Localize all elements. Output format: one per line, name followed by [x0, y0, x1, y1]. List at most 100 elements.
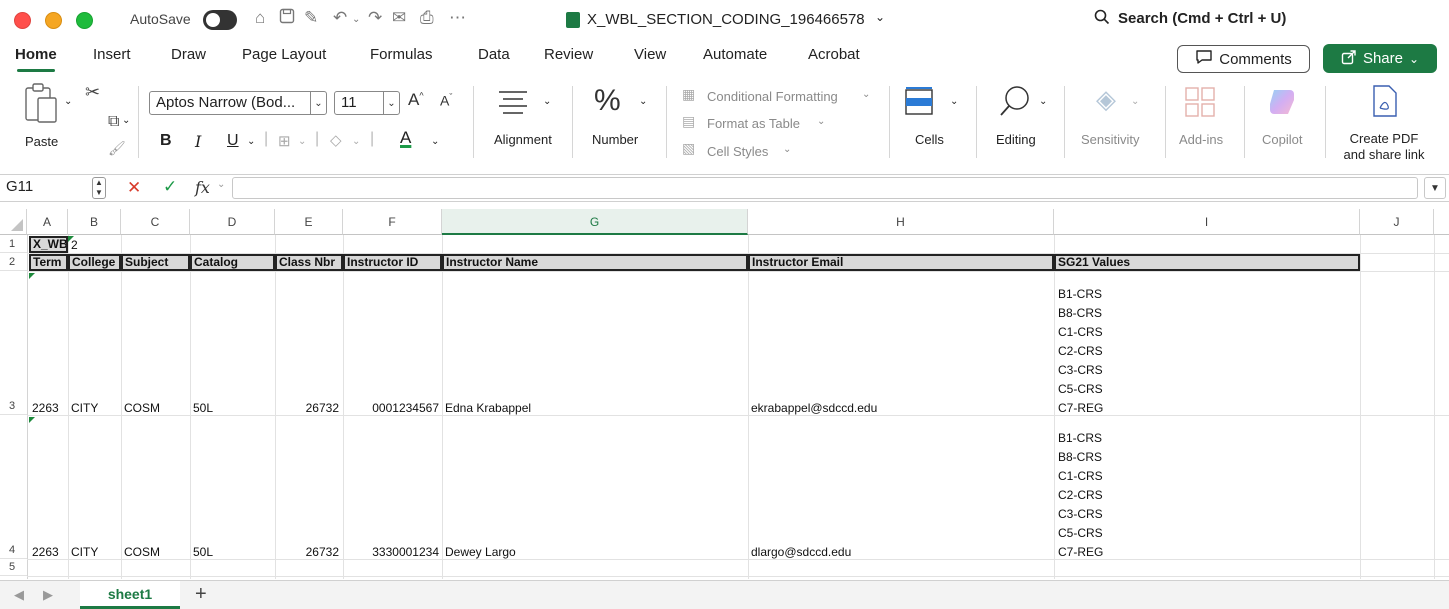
cell-college[interactable]: CITY: [71, 401, 98, 415]
copilot-icon[interactable]: [1266, 86, 1298, 118]
header-term[interactable]: Term: [29, 254, 68, 271]
cell-b1[interactable]: 2: [71, 238, 78, 252]
column-header-k[interactable]: [1434, 209, 1449, 235]
format-as-table-icon[interactable]: ▤: [682, 113, 695, 130]
confirm-entry-icon[interactable]: ✓: [163, 177, 177, 197]
tab-draw[interactable]: Draw: [171, 46, 206, 63]
format-as-table-dropdown-icon[interactable]: ⌄: [817, 116, 825, 127]
cell-sg21-values[interactable]: B1-CRS B8-CRS C1-CRS C2-CRS C3-CRS C5-CR…: [1058, 285, 1103, 418]
copy-icon[interactable]: ⧉: [108, 113, 119, 131]
conditional-formatting-button[interactable]: Conditional Formatting: [707, 89, 838, 104]
cut-icon[interactable]: ✂: [85, 82, 100, 103]
mail-icon[interactable]: ✉: [392, 8, 406, 28]
column-header-h[interactable]: H: [748, 209, 1054, 235]
create-pdf-label[interactable]: Create PDF: [1349, 131, 1419, 146]
cell-catalog[interactable]: 50L: [193, 401, 213, 415]
cancel-entry-icon[interactable]: ✕: [127, 178, 141, 198]
row-header-5[interactable]: 5: [0, 559, 27, 576]
tab-data[interactable]: Data: [478, 46, 510, 63]
redo-icon[interactable]: ↷: [368, 8, 382, 28]
home-icon[interactable]: ⌂: [255, 8, 265, 28]
select-all-corner[interactable]: [0, 209, 27, 235]
copy-dropdown-icon[interactable]: ⌄: [122, 115, 130, 126]
fill-color-icon[interactable]: ◇: [330, 131, 342, 149]
cell-sg21-values[interactable]: B1-CRS B8-CRS C1-CRS C2-CRS C3-CRS C5-CR…: [1058, 429, 1103, 562]
format-as-table-button[interactable]: Format as Table: [707, 116, 800, 131]
cell-college[interactable]: CITY: [71, 545, 98, 559]
add-sheet-button[interactable]: +: [195, 583, 207, 606]
sensitivity-dropdown-icon[interactable]: ⌄: [1131, 96, 1139, 107]
cell-catalog[interactable]: 50L: [193, 545, 213, 559]
header-sg21-values[interactable]: SG21 Values: [1054, 254, 1360, 271]
cell-instructor-name[interactable]: Edna Krabappel: [445, 401, 531, 415]
tab-acrobat[interactable]: Acrobat: [808, 46, 860, 63]
cell-styles-button[interactable]: Cell Styles: [707, 144, 768, 159]
font-size-select[interactable]: 11 ⌄: [334, 91, 400, 115]
file-menu-chevron-icon[interactable]: ⌄: [875, 10, 885, 24]
cell-instructor-id[interactable]: 3330001234: [343, 545, 439, 559]
editing-dropdown-icon[interactable]: ⌄: [1039, 96, 1047, 107]
tab-automate[interactable]: Automate: [703, 46, 767, 63]
header-instructor-email[interactable]: Instructor Email: [748, 254, 1054, 271]
cell-styles-icon[interactable]: ▧: [682, 140, 695, 157]
borders-dropdown-icon[interactable]: ⌄: [298, 136, 306, 147]
column-header-j[interactable]: J: [1360, 209, 1434, 235]
previous-sheet-icon[interactable]: ◀: [14, 587, 24, 603]
cell-instructor-email[interactable]: dlargo@sdccd.edu: [751, 545, 851, 559]
increase-font-size-icon[interactable]: A^: [408, 90, 424, 110]
font-name-select[interactable]: Aptos Narrow (Bod... ⌄: [149, 91, 327, 115]
cell-term[interactable]: 2263: [32, 545, 59, 559]
font-color-icon[interactable]: A: [400, 128, 411, 148]
print-icon[interactable]: ⎙: [420, 8, 434, 28]
alignment-dropdown-icon[interactable]: ⌄: [543, 96, 551, 107]
column-header-e[interactable]: E: [275, 209, 343, 235]
tab-view[interactable]: View: [634, 46, 666, 63]
more-icon[interactable]: ⋯: [449, 8, 466, 28]
edit-icon[interactable]: ✎: [304, 8, 318, 28]
decrease-font-size-icon[interactable]: Aˇ: [440, 92, 452, 109]
column-header-a[interactable]: A: [27, 209, 68, 235]
tab-home[interactable]: Home: [15, 46, 57, 72]
number-dropdown-icon[interactable]: ⌄: [639, 96, 647, 107]
font-color-dropdown-icon[interactable]: ⌄: [431, 136, 439, 147]
tab-formulas[interactable]: Formulas: [370, 46, 433, 63]
autosave-toggle[interactable]: [203, 10, 237, 30]
header-instructor-id[interactable]: Instructor ID: [343, 254, 442, 271]
undo-dropdown-icon[interactable]: ⌄: [352, 14, 360, 25]
column-header-c[interactable]: C: [121, 209, 190, 235]
column-header-g[interactable]: G: [442, 209, 748, 235]
addins-icon[interactable]: [1184, 86, 1216, 118]
fx-dropdown-icon[interactable]: ⌄: [217, 179, 225, 190]
alignment-icon[interactable]: [497, 88, 533, 114]
header-catalog[interactable]: Catalog: [190, 254, 275, 271]
paste-dropdown-icon[interactable]: ⌄: [64, 96, 72, 107]
italic-button[interactable]: I: [195, 132, 201, 151]
header-college[interactable]: College: [68, 254, 121, 271]
file-name[interactable]: X_WBL_SECTION_CODING_196466578: [587, 11, 865, 28]
column-header-d[interactable]: D: [190, 209, 275, 235]
row-header-3[interactable]: 3: [0, 271, 27, 415]
header-instructor-name[interactable]: Instructor Name: [442, 254, 748, 271]
tab-insert[interactable]: Insert: [93, 46, 131, 63]
column-header-b[interactable]: B: [68, 209, 121, 235]
share-link-label[interactable]: and share link: [1338, 147, 1430, 162]
bold-button[interactable]: B: [160, 132, 172, 150]
comments-button[interactable]: Comments: [1177, 45, 1310, 73]
borders-icon[interactable]: ⊞: [278, 132, 291, 150]
formula-input[interactable]: [232, 177, 1418, 199]
close-window-button[interactable]: [14, 12, 31, 29]
save-icon[interactable]: [279, 8, 295, 29]
undo-icon[interactable]: ↶: [333, 8, 347, 28]
zoom-window-button[interactable]: [76, 12, 93, 29]
cell-class-nbr[interactable]: 26732: [275, 545, 339, 559]
cells-icon[interactable]: [904, 86, 934, 116]
cells-dropdown-icon[interactable]: ⌄: [950, 96, 958, 107]
header-subject[interactable]: Subject: [121, 254, 190, 271]
cell-subject[interactable]: COSM: [124, 545, 160, 559]
cell-instructor-email[interactable]: ekrabappel@sdccd.edu: [751, 401, 877, 415]
share-button[interactable]: Share ⌄: [1323, 44, 1437, 73]
cell-instructor-name[interactable]: Dewey Largo: [445, 545, 516, 559]
percent-icon[interactable]: %: [594, 84, 621, 118]
fill-color-dropdown-icon[interactable]: ⌄: [352, 136, 360, 147]
header-class-nbr[interactable]: Class Nbr: [275, 254, 343, 271]
